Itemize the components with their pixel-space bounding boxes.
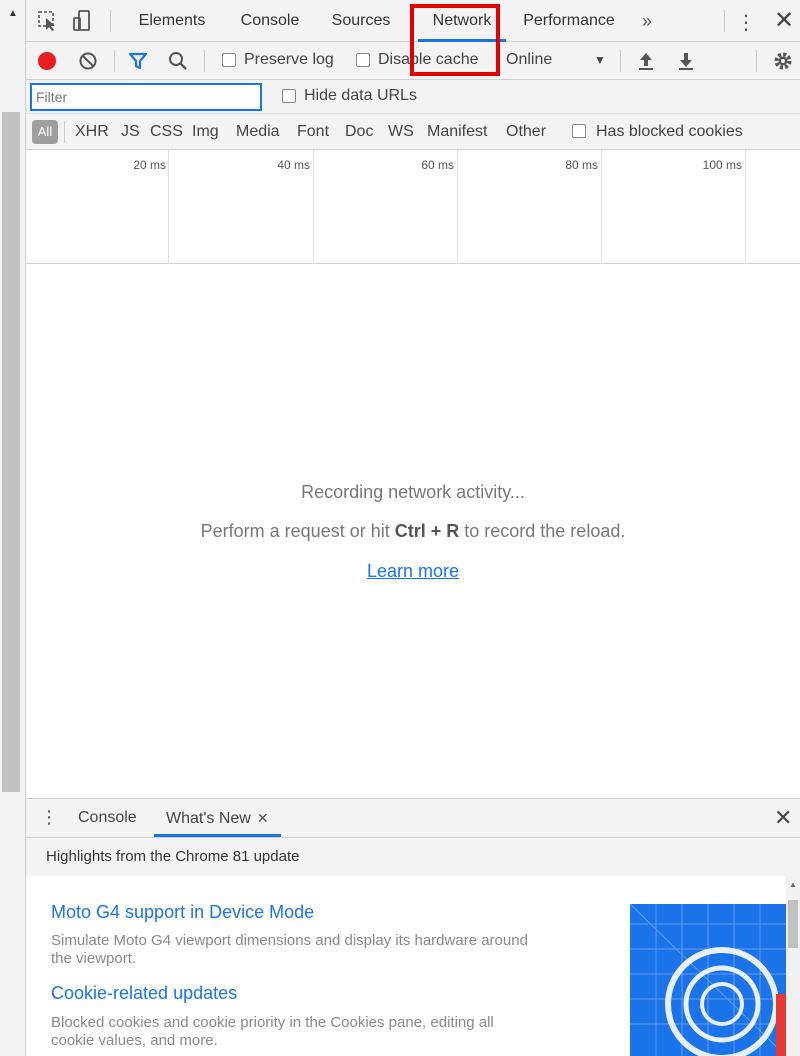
drawer-tab-whats-new-label: What's New <box>166 810 251 827</box>
tab-elements[interactable]: Elements <box>130 0 214 42</box>
throttling-select[interactable]: Online <box>506 51 552 69</box>
export-har-icon[interactable] <box>674 49 698 73</box>
recording-message: Recording network activity... <box>301 482 525 502</box>
type-filter-css[interactable]: CSS <box>150 123 183 141</box>
device-toolbar-icon[interactable] <box>70 9 94 33</box>
toolbar-divider <box>620 50 621 72</box>
type-filter-other[interactable]: Other <box>506 123 546 141</box>
timeline-tick-label: 40 ms <box>277 158 310 172</box>
timeline-overview[interactable]: 20 ms 40 ms 60 ms 80 ms 100 ms <box>26 150 800 264</box>
timeline-tick-label: 100 ms <box>702 158 742 172</box>
scrollbar-thumb[interactable] <box>788 900 798 948</box>
close-tab-icon[interactable]: ✕ <box>257 810 269 826</box>
whats-new-content: Moto G4 support in Device Mode Simulate … <box>26 876 800 1056</box>
type-filter-all[interactable]: All <box>32 120 58 144</box>
timeline-tick-label: 60 ms <box>421 158 454 172</box>
devtools-panel: Elements Console Sources Network Perform… <box>26 0 800 1056</box>
settings-gear-icon[interactable] <box>771 49 795 73</box>
whats-new-item-desc: Blocked cookies and cookie priority in t… <box>51 1014 494 1049</box>
whats-new-item-desc: Simulate Moto G4 viewport dimensions and… <box>51 932 528 967</box>
whats-new-promo-image <box>630 904 786 1056</box>
hide-data-urls-label: Hide data URLs <box>304 87 417 104</box>
tab-sources[interactable]: Sources <box>324 0 398 42</box>
type-filter-ws[interactable]: WS <box>388 123 414 141</box>
type-filter-font[interactable]: Font <box>297 123 329 141</box>
hide-data-urls-checkbox[interactable] <box>282 89 296 103</box>
whats-new-item-title[interactable]: Cookie-related updates <box>51 983 237 1004</box>
request-list-empty-state: Recording network activity... Perform a … <box>26 264 800 798</box>
timeline-tick-label: 80 ms <box>565 158 598 172</box>
tab-network[interactable]: Network <box>418 0 506 42</box>
reload-hint-shortcut: Ctrl + R <box>394 521 460 541</box>
toolbar-divider <box>110 10 111 32</box>
type-filter-xhr[interactable]: XHR <box>75 123 109 141</box>
filter-input[interactable] <box>30 83 262 111</box>
scroll-up-arrow-icon[interactable]: ▲ <box>8 8 18 19</box>
scroll-up-arrow-icon[interactable]: ▲ <box>789 880 797 889</box>
drawer-tab-whats-new[interactable]: What's New ✕ <box>154 799 281 837</box>
drawer-tab-console[interactable]: Console <box>78 799 137 837</box>
close-devtools-icon[interactable]: ✕ <box>774 6 794 35</box>
preserve-log-checkbox[interactable] <box>222 53 236 67</box>
scrollbar-thumb[interactable] <box>2 112 20 792</box>
timeline-tick-label: 20 ms <box>133 158 166 172</box>
type-filter-js[interactable]: JS <box>121 123 140 141</box>
type-filter-media[interactable]: Media <box>236 123 280 141</box>
left-scrollbar[interactable]: ▲ <box>0 0 26 1056</box>
type-filter-img[interactable]: Img <box>192 123 219 141</box>
preserve-log-label: Preserve log <box>244 51 334 68</box>
type-filter-manifest[interactable]: Manifest <box>427 123 487 141</box>
tab-console[interactable]: Console <box>230 0 310 42</box>
import-har-icon[interactable] <box>634 49 658 73</box>
search-icon[interactable] <box>166 49 190 73</box>
drawer-menu-icon[interactable]: ⋮ <box>40 807 58 828</box>
devtools-tabbar: Elements Console Sources Network Perform… <box>26 0 800 42</box>
whats-new-heading: Highlights from the Chrome 81 update <box>46 848 300 865</box>
more-tabs-chevron-icon[interactable]: » <box>642 0 652 42</box>
whats-new-scrollbar[interactable]: ▲ <box>786 876 800 1056</box>
network-toolbar: Preserve log Disable cache Online ▼ <box>26 42 800 80</box>
clear-icon[interactable] <box>76 49 100 73</box>
promo-accent-bar <box>776 994 786 1056</box>
drawer-tabbar: ⋮ Console What's New ✕ ✕ <box>26 798 800 838</box>
customize-menu-icon[interactable]: ⋮ <box>736 10 756 35</box>
reload-hint: Perform a request or hit Ctrl + R to rec… <box>26 521 800 542</box>
filter-funnel-icon[interactable] <box>126 49 150 73</box>
learn-more-link[interactable]: Learn more <box>367 561 459 581</box>
disable-cache-checkbox[interactable] <box>356 53 370 67</box>
reload-hint-suffix: to record the reload. <box>459 521 626 541</box>
reload-hint-prefix: Perform a request or hit <box>200 521 395 541</box>
type-filter-doc[interactable]: Doc <box>345 123 373 141</box>
whats-new-item-title[interactable]: Moto G4 support in Device Mode <box>51 902 314 923</box>
dropdown-arrow-icon[interactable]: ▼ <box>594 53 606 67</box>
resource-type-filter-bar: All XHR JS CSS Img Media Font Doc WS Man… <box>26 114 800 150</box>
tab-performance[interactable]: Performance <box>516 0 622 42</box>
has-blocked-cookies-checkbox[interactable] <box>572 124 586 138</box>
whats-new-header: Highlights from the Chrome 81 update <box>26 838 800 876</box>
toolbar-divider <box>114 50 115 72</box>
toolbar-divider <box>724 10 725 32</box>
disable-cache-label: Disable cache <box>378 51 479 68</box>
toolbar-divider <box>64 121 65 143</box>
inspect-element-icon[interactable] <box>36 9 60 33</box>
has-blocked-cookies-label: Has blocked cookies <box>596 123 743 140</box>
toolbar-divider <box>204 50 205 72</box>
filter-row: Hide data URLs <box>26 80 800 114</box>
toolbar-divider <box>756 50 757 72</box>
close-drawer-icon[interactable]: ✕ <box>774 805 792 831</box>
record-icon[interactable] <box>38 52 56 70</box>
